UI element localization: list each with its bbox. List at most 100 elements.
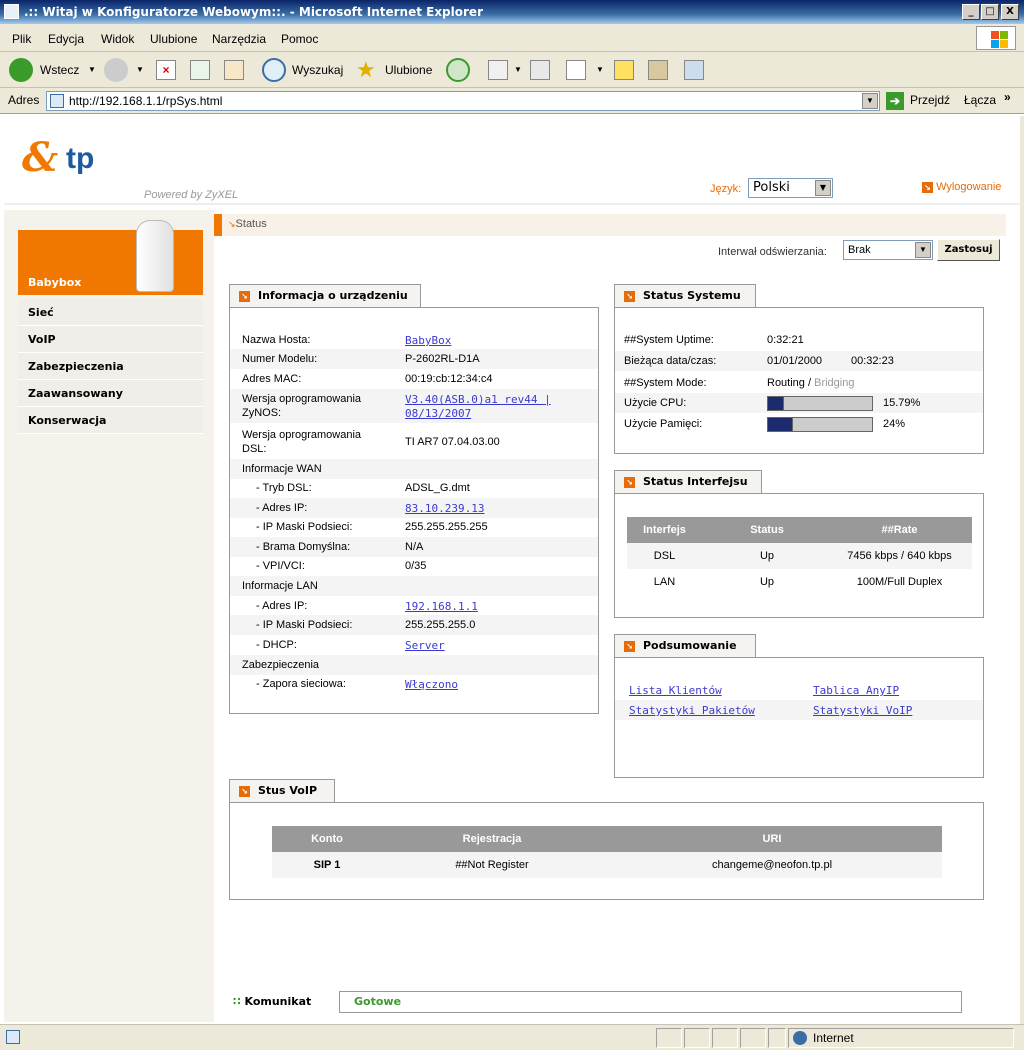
mode-label: ##System Mode: [624,377,707,389]
dsl-version-label: Wersja oprogramowania [242,429,362,441]
search-button[interactable]: Wyszukaj [292,58,343,82]
research-icon[interactable] [648,60,668,80]
sidebar-item-zabezpieczenia[interactable]: Zabezpieczenia [18,353,203,380]
header-uri: URI [762,833,782,845]
model-value: P-2602RL-D1A [405,353,480,365]
dhcp-link[interactable]: Server [405,639,445,652]
refresh-select[interactable]: Brak ▼ [843,240,933,260]
mail-dropdown-icon[interactable]: ▼ [514,58,522,82]
stop-icon[interactable]: × [156,60,176,80]
wan-mask-label: - IP Maski Podsieci: [256,521,353,533]
status-cell [768,1028,786,1048]
history-icon[interactable] [446,58,470,82]
status-row: Bieżąca data/czas: 01/01/2000 00:32:23 [615,351,983,371]
firewall-link[interactable]: Włączono [405,678,458,691]
mode-value: Routing / Bridging [767,377,854,389]
links-more-icon[interactable]: » [1004,90,1011,104]
client-list-link[interactable]: Lista Klientów [629,684,722,697]
refresh-icon[interactable] [190,60,210,80]
menu-favorites[interactable]: Ulubione [150,32,197,46]
dots-icon: ∷ [233,995,241,1008]
sidebar-item-siec[interactable]: Sieć [18,299,203,326]
logout-link[interactable]: ↘ Wylogowanie [922,181,1001,193]
back-button[interactable]: Wstecz [40,58,79,82]
language-select[interactable]: Polski ▼ [748,178,833,198]
address-url[interactable]: http://192.168.1.1/rpSys.html [69,94,222,108]
links-button[interactable]: Łącza [964,93,996,107]
edit-icon[interactable] [566,60,586,80]
minimize-button[interactable]: _ [962,4,980,20]
anyip-table-link[interactable]: Tablica AnyIP [813,684,899,697]
menu-view[interactable]: Widok [101,32,134,46]
security-header: Zabezpieczenia [242,659,320,671]
mail-icon[interactable] [488,60,508,80]
zynos-label: Wersja oprogramowania [242,393,362,405]
sidebar-item-konserwacja[interactable]: Konserwacja [18,407,203,434]
back-dropdown-icon[interactable]: ▼ [88,58,96,82]
interface-name: DSL [653,550,676,562]
discuss-icon[interactable] [614,60,634,80]
interface-rate: 100M/Full Duplex [856,576,943,588]
language-value[interactable]: Polski [753,180,790,195]
memory-usage-bar [767,417,873,432]
apply-button[interactable]: Zastosuj [937,239,1000,261]
summary-row: Lista Klientów Tablica AnyIP [615,680,983,700]
forward-dropdown-icon[interactable]: ▼ [136,58,144,82]
info-row: Informacje WAN [230,459,598,479]
messenger-icon[interactable] [684,60,704,80]
address-dropdown-icon[interactable]: ▼ [862,93,878,109]
voip-stats-link[interactable]: Statystyki VoIP [813,704,912,717]
host-link[interactable]: BabyBox [405,334,451,347]
refresh-value[interactable]: Brak [848,244,871,256]
memory-label: Użycie Pamięci: [624,418,703,430]
favorites-star-icon[interactable]: ★ [356,58,376,82]
forward-arrow-icon[interactable] [104,58,128,82]
language-dropdown-icon[interactable]: ▼ [815,180,831,196]
search-icon[interactable] [262,58,286,82]
powered-by: Powered by ZyXEL [144,189,239,201]
lan-ip-link[interactable]: 192.168.1.1 [405,600,478,613]
go-arrow-icon[interactable]: ➔ [886,92,904,110]
back-arrow-icon[interactable] [9,58,33,82]
menu-tools[interactable]: Narzędzia [212,32,266,46]
window-title-bar: .:: Witaj w Konfiguratorze Webowym::. - … [0,0,1024,24]
breadcrumb-bar [214,214,222,236]
print-icon[interactable] [530,60,550,80]
table-row: LAN Up 100M/Full Duplex [627,569,972,595]
vpi-label: - VPI/VCI: [256,560,305,572]
scrollbar[interactable] [1020,116,1024,1024]
menu-file[interactable]: Plik [12,32,31,46]
dhcp-label: - DHCP: [256,639,297,651]
sidebar-item-voip[interactable]: VoIP [18,326,203,353]
header-status: Status [750,524,784,536]
favorites-button[interactable]: Ulubione [385,58,432,82]
maximize-button[interactable]: □ [981,4,999,20]
info-row: - Adres IP: 192.168.1.1 [230,596,598,616]
logout-label[interactable]: Wylogowanie [936,181,1001,193]
info-row: - Zapora sieciowa: Włączono [230,674,598,694]
menu-help[interactable]: Pomoc [281,32,318,46]
close-button[interactable]: X [1001,4,1019,20]
info-row: Wersja oprogramowania ZyNOS: V3.40(ASB.0… [230,389,598,423]
zynos-date-link[interactable]: 08/13/2007 [405,407,471,420]
refresh-dropdown-icon[interactable]: ▼ [915,242,931,258]
go-button[interactable]: Przejdź [910,93,950,107]
voip-status-title: Stus VoIP [258,784,318,797]
packet-stats-link[interactable]: Statystyki Pakietów [629,704,755,717]
wan-header: Informacje WAN [242,463,322,475]
address-input[interactable]: http://192.168.1.1/rpSys.html [46,91,880,111]
device-info-tab: ↘ Informacja o urządzeniu [229,284,421,308]
sidebar-title[interactable]: Babybox [28,276,81,289]
menu-edit[interactable]: Edycja [48,32,84,46]
summary-panel: Lista Klientów Tablica AnyIP Statystyki … [614,657,984,778]
dsl-mode-label: - Tryb DSL: [256,482,312,494]
sidebar-item-zaawansowany[interactable]: Zaawansowany [18,380,203,407]
zynos-link[interactable]: V3.40(ASB.0)a1 rev44 | [405,393,551,406]
status-cell [712,1028,738,1048]
home-icon[interactable] [224,60,244,80]
lan-mask-value: 255.255.255.0 [405,619,476,631]
cpu-usage-fill [768,397,785,410]
edit-dropdown-icon[interactable]: ▼ [596,58,604,82]
globe-icon [793,1031,807,1045]
wan-ip-link[interactable]: 83.10.239.13 [405,502,484,515]
